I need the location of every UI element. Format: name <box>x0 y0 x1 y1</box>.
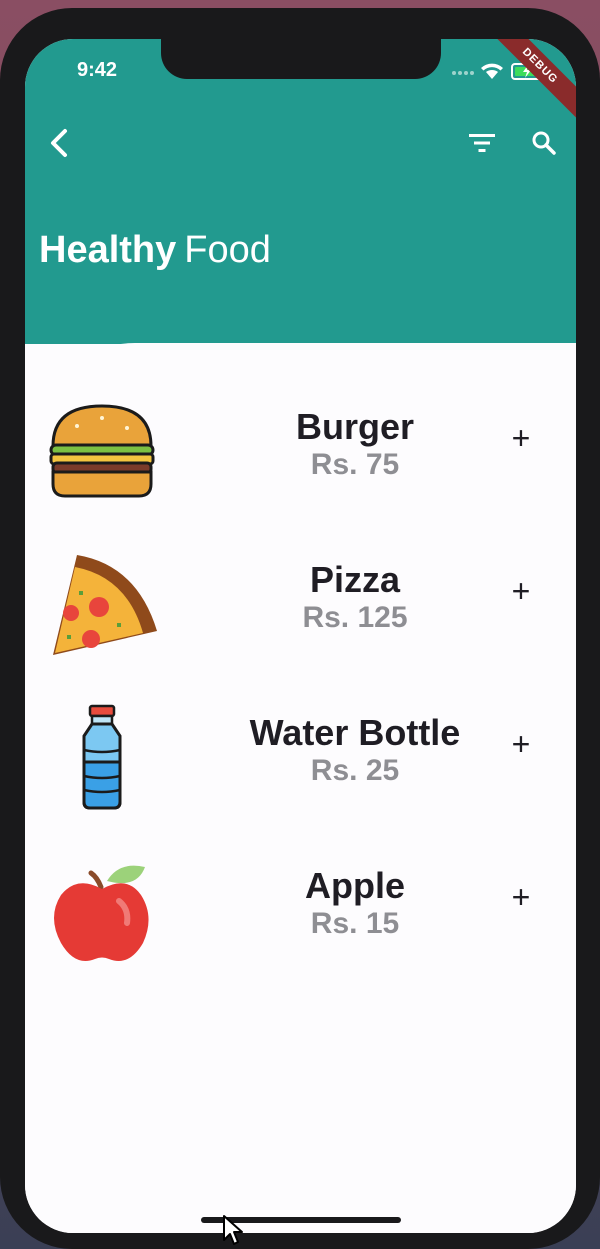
add-to-cart-button[interactable]: + <box>501 571 541 611</box>
food-price: Rs. 15 <box>310 907 400 940</box>
signal-icon <box>452 71 474 75</box>
food-list-sheet: Burger Rs. 75 + Pizza Rs. 125 + Water Bo… <box>25 343 576 1233</box>
title-bold: Healthy <box>39 229 177 271</box>
search-icon <box>532 131 556 155</box>
filter-icon <box>469 134 495 152</box>
filter-button[interactable] <box>462 123 502 163</box>
water-bottle-icon <box>82 704 122 810</box>
wifi-icon <box>481 63 503 79</box>
app-header: 9:42 DEBUG Healthy Food <box>25 39 576 344</box>
food-name: Pizza <box>309 559 401 600</box>
add-to-cart-button[interactable]: + <box>501 724 541 764</box>
food-price: Rs. 25 <box>310 754 400 787</box>
food-name: Burger <box>295 406 415 447</box>
food-price: Rs. 75 <box>310 448 400 481</box>
list-item[interactable]: Apple Rs. 15 + <box>25 857 576 987</box>
food-name: Apple <box>304 865 405 906</box>
phone-bezel: 9:42 DEBUG Healthy Food Burger Rs. 75 + … <box>0 8 600 1249</box>
pizza-icon <box>53 555 157 655</box>
status-time: 9:42 <box>77 59 118 81</box>
page-title: Healthy Food <box>39 229 271 272</box>
mouse-cursor-icon <box>223 1215 243 1245</box>
title-light: Food <box>184 229 271 271</box>
device-notch <box>161 39 441 79</box>
list-item[interactable]: Water Bottle Rs. 25 + <box>25 704 576 834</box>
burger-icon <box>49 404 155 498</box>
list-item[interactable]: Burger Rs. 75 + <box>25 398 576 528</box>
back-button[interactable] <box>39 123 79 163</box>
search-button[interactable] <box>524 123 564 163</box>
add-to-cart-button[interactable]: + <box>501 418 541 458</box>
app-screen: 9:42 DEBUG Healthy Food Burger Rs. 75 + … <box>25 39 576 1233</box>
chevron-left-icon <box>51 129 67 157</box>
food-name: Water Bottle <box>249 712 461 753</box>
list-item[interactable]: Pizza Rs. 125 + <box>25 551 576 681</box>
add-to-cart-button[interactable]: + <box>501 877 541 917</box>
apple-icon <box>54 865 149 961</box>
food-price: Rs. 125 <box>302 601 408 634</box>
